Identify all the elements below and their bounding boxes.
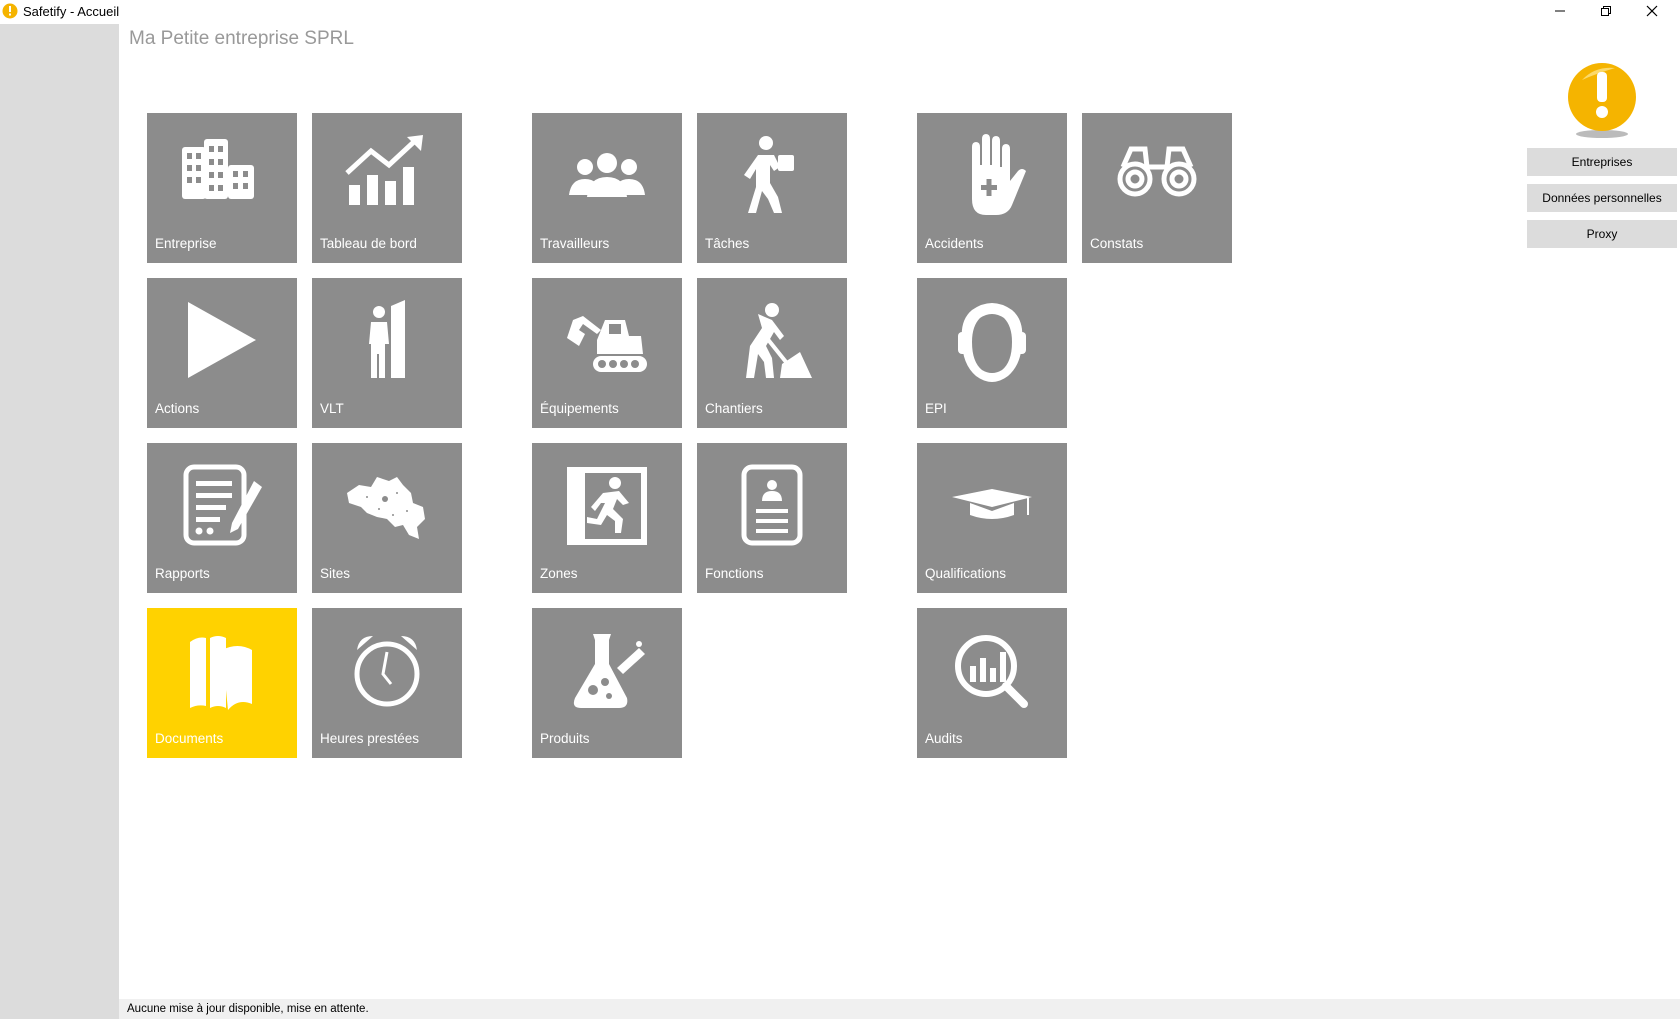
tile-documents[interactable]: Documents (147, 608, 297, 758)
tile-label: Chantiers (705, 401, 763, 416)
books-icon (190, 636, 252, 710)
minimize-icon (1555, 10, 1565, 12)
tile-label: EPI (925, 401, 947, 416)
tile-taches[interactable]: Tâches (697, 113, 847, 263)
tile-audits[interactable]: Audits (917, 608, 1067, 758)
tile-label: Entreprise (155, 236, 217, 251)
tile-actions[interactable]: Actions (147, 278, 297, 428)
status-text: Aucune mise à jour disponible, mise en a… (127, 1003, 369, 1015)
alarm-clock-icon (354, 636, 420, 707)
tile-constats[interactable]: Constats (1082, 113, 1232, 263)
tile-produits[interactable]: Produits (532, 608, 682, 758)
window-title: Safetify - Accueil (23, 4, 120, 19)
tile-equipements[interactable]: Équipements (532, 278, 682, 428)
chart-growth-icon (345, 135, 423, 205)
title-bar: Safetify - Accueil (0, 0, 1680, 24)
tile-accidents[interactable]: Accidents (917, 113, 1067, 263)
left-sidebar (0, 24, 119, 1019)
tile-label: VLT (320, 401, 344, 416)
close-icon (1646, 5, 1658, 17)
excavator-icon (567, 316, 647, 372)
tile-qualifications[interactable]: Qualifications (917, 443, 1067, 593)
group-icon (569, 153, 645, 197)
tile-label: Zones (540, 566, 578, 581)
tile-sites[interactable]: Sites (312, 443, 462, 593)
id-badge-icon (741, 464, 803, 546)
tile-label: Tableau de bord (320, 236, 417, 251)
restore-button[interactable] (1586, 0, 1626, 22)
proxy-button[interactable]: Proxy (1527, 220, 1677, 248)
tile-label: Heures prestées (320, 731, 420, 746)
tile-label: Constats (1090, 236, 1144, 251)
binoculars-icon (1117, 146, 1197, 197)
magnifier-chart-icon (955, 635, 1028, 708)
company-name: Ma Petite entreprise SPRL (129, 28, 354, 49)
report-pen-icon (183, 464, 262, 546)
tile-label: Produits (540, 731, 590, 746)
tile-label: Documents (155, 731, 224, 746)
tile-epi[interactable]: EPI (917, 278, 1067, 428)
tile-label: Accidents (925, 236, 984, 251)
tile-label: Rapports (155, 566, 210, 581)
graduation-cap-icon (952, 489, 1032, 519)
tile-vlt[interactable]: VLT (312, 278, 462, 428)
flask-icon (573, 634, 645, 708)
tile-fonctions[interactable]: Fonctions (697, 443, 847, 593)
close-button[interactable] (1632, 0, 1672, 22)
tile-rapports[interactable]: Rapports (147, 443, 297, 593)
tile-label: Équipements (540, 401, 619, 416)
tile-zones[interactable]: Zones (532, 443, 682, 593)
donnees-personnelles-button[interactable]: Données personnelles (1527, 184, 1677, 212)
tile-heures-prestees[interactable]: Heures prestées (312, 608, 462, 758)
restore-icon (1601, 6, 1611, 16)
tile-label: Actions (155, 401, 200, 416)
status-bar: Aucune mise à jour disponible, mise en a… (119, 999, 1680, 1019)
tile-tableau-de-bord[interactable]: Tableau de bord (312, 113, 462, 263)
map-belgium-icon (347, 477, 425, 539)
emergency-exit-icon (567, 467, 647, 545)
building-icon (182, 139, 254, 199)
tile-label: Qualifications (925, 566, 1007, 581)
tile-label: Tâches (705, 236, 750, 251)
worker-carrying-icon (744, 136, 794, 213)
hand-plus-icon (972, 134, 1026, 215)
ear-protection-icon (958, 303, 1026, 382)
person-door-icon (369, 300, 405, 378)
minimize-button[interactable] (1540, 0, 1580, 22)
tile-chantiers[interactable]: Chantiers (697, 278, 847, 428)
tile-label: Audits (925, 731, 963, 746)
safetify-logo-icon (2, 3, 18, 19)
worker-shovel-icon (746, 303, 812, 378)
tile-label: Fonctions (705, 566, 764, 581)
tile-travailleurs[interactable]: Travailleurs (532, 113, 682, 263)
tile-entreprise[interactable]: Entreprise (147, 113, 297, 263)
tile-label: Sites (320, 566, 351, 581)
entreprises-button[interactable]: Entreprises (1527, 148, 1677, 176)
alert-icon[interactable] (1565, 62, 1639, 140)
play-icon (188, 302, 256, 378)
tile-label: Travailleurs (540, 236, 610, 251)
